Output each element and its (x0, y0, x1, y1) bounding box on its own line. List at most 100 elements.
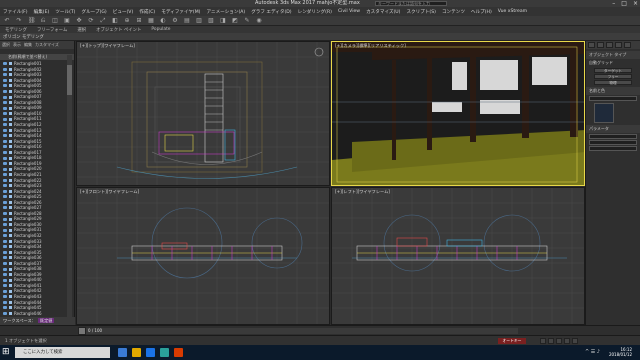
modify-tab-icon[interactable] (597, 42, 604, 48)
menu-item[interactable]: グループ(G) (78, 9, 109, 15)
se-tab-display[interactable]: 表示 (13, 42, 21, 48)
rollout-object-type[interactable]: オブジェクト タイプ (586, 51, 640, 59)
color-swatch[interactable] (594, 103, 614, 123)
menu-item[interactable]: ファイル(F) (0, 9, 31, 15)
visibility-icon[interactable] (3, 200, 7, 204)
activeshade-icon[interactable]: ◉ (256, 18, 262, 24)
visibility-icon[interactable] (3, 284, 7, 288)
viewport-camera[interactable]: [+][カメラ][標準][リアリスティック] (331, 41, 585, 186)
visibility-icon[interactable] (3, 195, 7, 199)
menu-item[interactable]: モディファイヤ(M) (158, 9, 203, 15)
visibility-icon[interactable] (3, 123, 7, 127)
layer-icon[interactable]: ▦ (148, 18, 154, 24)
menu-item[interactable]: ヘルプ(H) (468, 9, 495, 15)
visibility-icon[interactable] (3, 212, 7, 216)
visibility-icon[interactable] (3, 167, 7, 171)
maximize-icon[interactable]: □ (621, 0, 627, 7)
autokey-button[interactable]: オートキー (498, 338, 526, 344)
taskbar-clock[interactable]: 16:12 2018/01/12 (609, 347, 632, 357)
viewport-label-top[interactable]: [+][トップ][ワイヤフレーム] (80, 43, 135, 49)
ribbon-tab[interactable]: モデリング (0, 27, 32, 33)
hierarchy-tab-icon[interactable] (606, 42, 613, 48)
visibility-icon[interactable] (3, 84, 7, 88)
visibility-icon[interactable] (3, 106, 7, 110)
motion-tab-icon[interactable] (615, 42, 622, 48)
scale-icon[interactable]: ⤢ (100, 18, 106, 24)
ribbon-tab[interactable]: オブジェクト ペイント (91, 27, 146, 33)
viewport-label-front[interactable]: [+][フロント][ワイヤフレーム] (80, 189, 139, 195)
edge-icon[interactable] (146, 348, 155, 357)
visibility-icon[interactable] (3, 273, 7, 277)
visibility-icon[interactable] (3, 206, 7, 210)
visibility-icon[interactable] (3, 228, 7, 232)
name-field[interactable] (589, 96, 637, 101)
visibility-icon[interactable] (3, 261, 7, 265)
ribbon-tab[interactable]: フリーフォーム (32, 27, 72, 33)
visibility-icon[interactable] (3, 156, 7, 160)
visibility-icon[interactable] (3, 90, 7, 93)
visibility-icon[interactable] (3, 95, 7, 99)
menu-item[interactable]: Civil View (335, 9, 363, 14)
visibility-icon[interactable] (3, 189, 7, 193)
create-tab-icon[interactable] (588, 42, 595, 48)
rotate-icon[interactable]: ⟳ (88, 18, 94, 24)
ribbon-label[interactable]: ポリゴン モデリング (0, 34, 44, 40)
visibility-icon[interactable] (3, 256, 7, 260)
time-slider[interactable] (78, 327, 86, 335)
visibility-icon[interactable] (3, 217, 7, 221)
se-column-header[interactable]: 名前(昇順で並べ替え) (0, 54, 74, 60)
bind-icon[interactable]: ◫ (52, 18, 58, 24)
visibility-icon[interactable] (3, 289, 7, 293)
visibility-icon[interactable] (3, 250, 7, 254)
se-tab-customize[interactable]: カスタマイズ (35, 42, 59, 48)
scrollbar-thumb[interactable] (67, 65, 72, 95)
timeline-track[interactable] (78, 328, 518, 334)
unlink-icon[interactable]: ⎌ (40, 18, 46, 24)
menu-item[interactable]: グラフ エディタ(D) (248, 9, 294, 15)
visibility-icon[interactable] (3, 101, 7, 105)
goto-end-icon[interactable] (572, 338, 578, 344)
se-tab-select[interactable]: 選択 (2, 42, 10, 48)
ribbon-tab[interactable]: 選択 (72, 27, 91, 33)
param-field-2[interactable] (589, 140, 637, 145)
env-icon[interactable]: ◨ (220, 18, 226, 24)
move-icon[interactable]: ✥ (76, 18, 82, 24)
visibility-icon[interactable] (3, 306, 7, 310)
visibility-icon[interactable] (3, 234, 7, 238)
explorer-icon[interactable] (132, 348, 141, 357)
material-icon[interactable]: ◐ (160, 18, 166, 24)
target-button[interactable]: ターゲット (594, 68, 632, 73)
align-icon[interactable]: ⊞ (136, 18, 142, 24)
script-icon[interactable]: ✎ (244, 18, 250, 24)
visibility-icon[interactable] (3, 239, 7, 243)
visibility-icon[interactable] (3, 151, 7, 155)
menu-item[interactable]: ビュー(V) (110, 9, 137, 15)
autogrid-checkbox[interactable]: 自動グリッド (586, 59, 640, 67)
app-icon[interactable] (174, 348, 183, 357)
visibility-icon[interactable] (3, 267, 7, 271)
physical-button[interactable]: 物理 (594, 80, 632, 85)
viewport-left[interactable]: [+][レフト][ワイヤフレーム] (331, 187, 585, 325)
workspace-value[interactable]: 既定値 (37, 318, 55, 323)
visibility-icon[interactable] (3, 128, 7, 132)
visibility-icon[interactable] (3, 134, 7, 138)
taskbar-search[interactable]: ここに入力して検索 (15, 347, 110, 358)
rollout-name-color[interactable]: 名前と色 (586, 87, 640, 95)
visibility-icon[interactable] (3, 112, 7, 116)
visibility-icon[interactable] (3, 311, 7, 315)
menu-item[interactable]: 編集(E) (31, 9, 53, 15)
visibility-icon[interactable] (3, 278, 7, 282)
menu-item[interactable]: カスタマイズ(U) (363, 9, 403, 15)
param-field-1[interactable] (589, 134, 637, 139)
render-icon[interactable]: ▥ (196, 18, 202, 24)
visibility-icon[interactable] (3, 139, 7, 143)
prev-frame-icon[interactable] (548, 338, 554, 344)
se-tab-edit[interactable]: 編集 (24, 42, 32, 48)
viewport-label-camera[interactable]: [+][カメラ][標準][リアリスティック] (335, 43, 406, 49)
viewport-label-left[interactable]: [+][レフト][ワイヤフレーム] (335, 189, 390, 195)
play-icon[interactable] (556, 338, 562, 344)
visibility-icon[interactable] (3, 145, 7, 149)
rollout-parameters[interactable]: パラメータ (586, 125, 640, 133)
menu-item[interactable]: レンダリング(R) (295, 9, 335, 15)
3dsmax-icon[interactable] (160, 348, 169, 357)
